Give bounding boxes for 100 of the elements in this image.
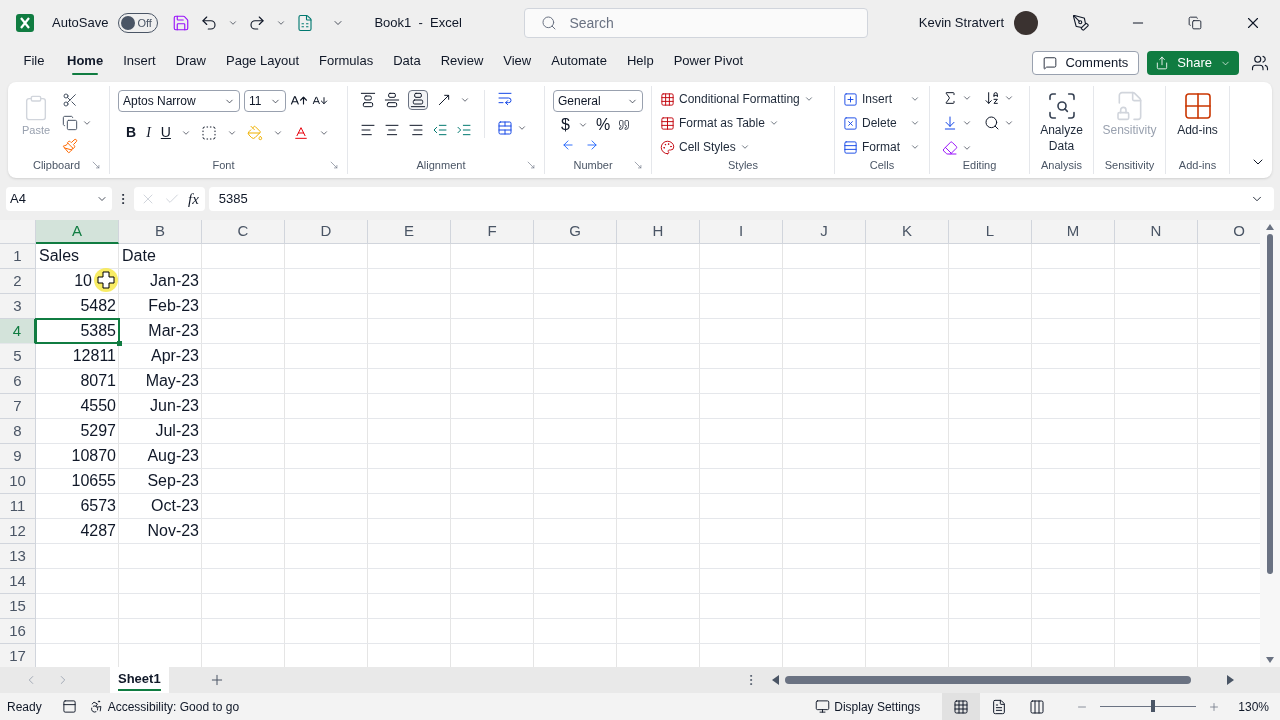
row-header[interactable]: 13 — [0, 544, 36, 569]
column-header[interactable]: G — [534, 220, 617, 244]
column-header[interactable]: M — [1032, 220, 1115, 244]
column-header[interactable]: H — [617, 220, 700, 244]
name-box[interactable]: A4 — [6, 187, 112, 211]
ribbon-tab[interactable]: Formulas — [309, 49, 384, 77]
caret-icon[interactable] — [910, 142, 920, 152]
column-header[interactable]: N — [1115, 220, 1198, 244]
number-format-dropdown[interactable]: General — [553, 90, 643, 112]
table-icon[interactable] — [660, 115, 675, 131]
row-header[interactable]: 5 — [0, 344, 36, 369]
caret-icon[interactable] — [962, 118, 972, 128]
row-header[interactable]: 3 — [0, 294, 36, 319]
decrease-decimal-icon[interactable] — [561, 138, 575, 152]
font-style-button[interactable]: U — [160, 122, 171, 143]
insert-icon[interactable] — [843, 91, 858, 107]
row-header[interactable]: 1 — [0, 244, 36, 269]
sort-icon[interactable] — [984, 90, 1000, 106]
comments-button[interactable]: Comments — [1032, 51, 1140, 75]
column-header[interactable]: J — [783, 220, 866, 244]
pen-icon[interactable] — [1072, 14, 1090, 32]
paintbrush-icon[interactable] — [62, 138, 79, 154]
ribbon-tab[interactable]: Home — [57, 49, 114, 77]
percent-button[interactable]: % — [595, 114, 611, 136]
caret-icon[interactable] — [82, 118, 93, 128]
copy-icon[interactable] — [62, 115, 79, 131]
row-header[interactable]: 10 — [0, 469, 36, 494]
row-header[interactable]: 4 — [0, 319, 36, 344]
decrease-indent-icon[interactable] — [432, 122, 448, 138]
borders-icon[interactable] — [200, 124, 217, 141]
restore-icon[interactable] — [1188, 16, 1202, 30]
style-command[interactable]: Conditional Formatting — [660, 90, 814, 108]
column-header[interactable]: L — [949, 220, 1032, 244]
caret-icon[interactable] — [228, 18, 239, 28]
column-header[interactable]: F — [451, 220, 534, 244]
formula-field[interactable]: 5385 — [208, 187, 1274, 211]
column-header[interactable]: A — [36, 220, 119, 244]
sheet-tab[interactable]: Sheet1 — [110, 667, 169, 693]
caret-icon[interactable] — [962, 93, 972, 103]
cells-command[interactable]: Format — [843, 138, 920, 156]
caret-icon[interactable] — [517, 123, 527, 133]
caret-icon[interactable] — [803, 94, 814, 104]
search-field[interactable]: Search — [524, 8, 869, 38]
ribbon-tab[interactable]: Draw — [165, 49, 216, 77]
fill-down-icon[interactable] — [942, 115, 958, 131]
coauthor-icon[interactable] — [1251, 54, 1269, 72]
rows-icon[interactable] — [843, 139, 858, 155]
caret-icon[interactable] — [962, 143, 972, 153]
column-header[interactable]: E — [368, 220, 451, 244]
column-header[interactable]: K — [866, 220, 949, 244]
ribbon-tab[interactable]: File — [11, 49, 57, 77]
share-icon[interactable] — [1155, 56, 1170, 70]
ribbon-tab[interactable]: Data — [383, 49, 431, 77]
ribbon-tab[interactable]: Help — [616, 49, 664, 77]
font-style-button[interactable]: B — [126, 122, 137, 143]
row-header[interactable]: 16 — [0, 619, 36, 644]
undo-icon[interactable] — [200, 14, 219, 32]
cells-command[interactable]: Insert — [843, 90, 920, 108]
avatar[interactable] — [1014, 11, 1038, 35]
currency-button[interactable]: $ — [561, 114, 570, 136]
caret-icon[interactable] — [768, 118, 779, 128]
font-name-dropdown[interactable]: Aptos Narrow — [118, 90, 240, 112]
insert-function-button[interactable]: fx — [188, 187, 199, 211]
row-header[interactable]: 7 — [0, 394, 36, 419]
middle-align-icon[interactable] — [384, 92, 400, 108]
dialog-launcher-icon[interactable] — [526, 160, 536, 170]
font-style-button[interactable]: I — [146, 122, 151, 143]
cells-command[interactable]: Delete — [843, 114, 920, 132]
row-header[interactable]: 8 — [0, 419, 36, 444]
search-icon[interactable] — [984, 115, 1000, 131]
normal-view-icon[interactable] — [942, 693, 981, 720]
style-command[interactable]: Format as Table — [660, 114, 814, 132]
caret-icon[interactable] — [460, 95, 470, 105]
delete-icon[interactable] — [843, 115, 858, 131]
wrap-text-icon[interactable] — [497, 90, 513, 106]
caret-icon[interactable] — [1004, 118, 1014, 128]
caret-icon[interactable] — [739, 142, 750, 152]
increase-decimal-icon[interactable] — [585, 138, 599, 152]
merge-icon[interactable] — [497, 120, 513, 136]
ribbon-tab[interactable]: Automate — [541, 49, 617, 77]
dialog-launcher-icon[interactable] — [633, 160, 643, 170]
fill-color-icon[interactable] — [246, 124, 263, 141]
row-header[interactable]: 11 — [0, 494, 36, 519]
display-settings-icon[interactable] — [815, 699, 831, 714]
row-header[interactable]: 12 — [0, 519, 36, 544]
redo-icon[interactable] — [248, 14, 267, 32]
ribbon-tab[interactable]: Power Pivot — [663, 49, 753, 77]
font-color-icon[interactable] — [292, 124, 309, 141]
accessibility-icon[interactable] — [88, 699, 104, 714]
vertical-scrollbar[interactable] — [1260, 220, 1280, 667]
sum-icon[interactable] — [942, 90, 958, 106]
ribbon-tab[interactable]: Insert — [113, 49, 166, 77]
add-ins-button[interactable]: Add-ins — [1174, 90, 1221, 138]
zoom-slider-thumb[interactable] — [1151, 700, 1156, 712]
orientation-icon[interactable] — [436, 92, 452, 108]
row-header[interactable]: 14 — [0, 569, 36, 594]
scissors-icon[interactable] — [62, 92, 79, 108]
speech-bubble-icon[interactable] — [1043, 56, 1058, 70]
grid-icon[interactable] — [660, 91, 675, 107]
dialog-launcher-icon[interactable] — [329, 160, 339, 170]
